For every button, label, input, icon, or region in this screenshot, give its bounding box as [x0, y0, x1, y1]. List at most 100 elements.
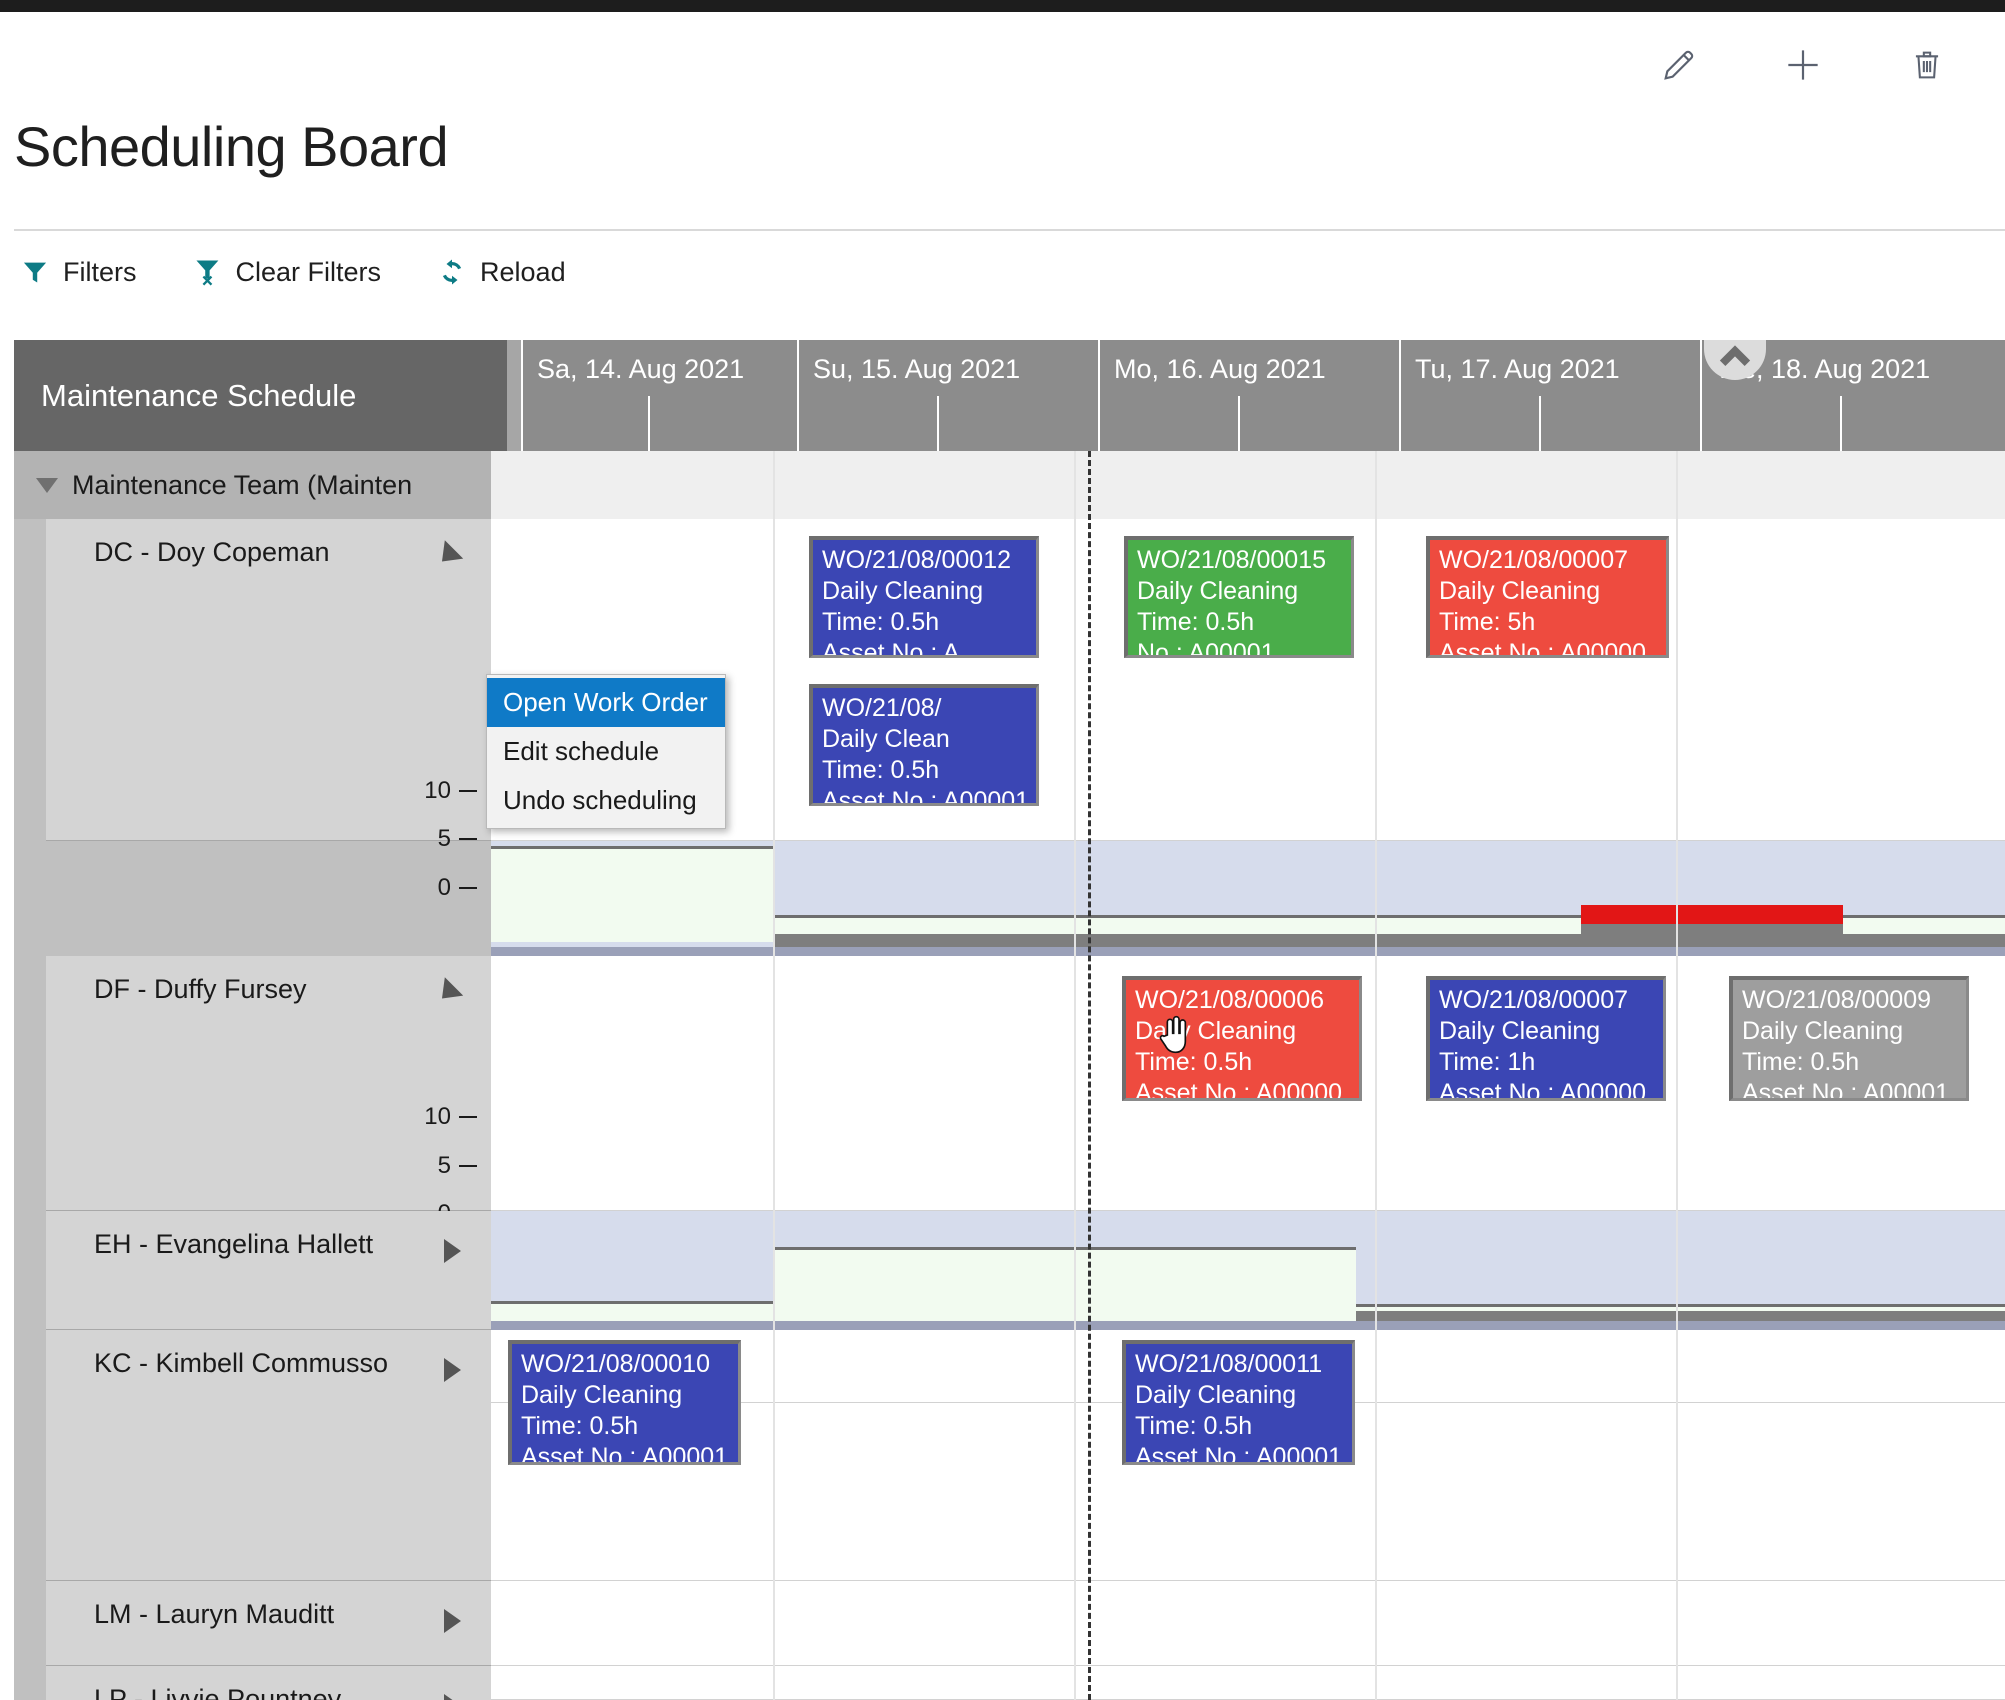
axis-tick-mark	[459, 790, 477, 792]
axis-tick-mark	[459, 838, 477, 840]
day-header-label: Tu, 17. Aug 2021	[1415, 354, 1620, 384]
free-capacity-df-day1	[491, 1301, 773, 1321]
trash-icon	[1915, 51, 1939, 79]
load-bar-dc-a	[773, 934, 1356, 947]
reload-button[interactable]: Reload	[431, 253, 572, 292]
menu-item-edit-schedule[interactable]: Edit schedule	[487, 727, 725, 776]
day-midpoint-tick	[936, 396, 939, 451]
command-bar: Filters Clear Filters Reload	[14, 244, 572, 300]
expand-resource-kc[interactable]	[444, 1358, 461, 1382]
clear-filter-icon	[193, 257, 223, 287]
timeline-panel: WO/21/08/00012 Daily Cleaning Time: 0.5h…	[491, 340, 2005, 1700]
load-bar-df	[1356, 1311, 2005, 1321]
day-header-label: Su, 15. Aug 2021	[813, 354, 1021, 384]
delete-button[interactable]	[1904, 42, 1950, 88]
page-title: Scheduling Board	[14, 115, 449, 178]
reload-icon	[437, 257, 467, 287]
axis-tick-mark	[459, 1165, 477, 1167]
day-header-label: Sa, 14. Aug 2021	[537, 354, 745, 384]
day-separator-2	[1074, 451, 1076, 1700]
day-midpoint-tick	[1839, 396, 1842, 451]
edit-button[interactable]	[1656, 42, 1702, 88]
day-midpoint-tick	[1538, 396, 1541, 451]
header-corner-dark	[491, 340, 507, 451]
filters-button[interactable]: Filters	[14, 253, 143, 292]
resource-tree-panel: Maintenance Schedule Maintenance Team (M…	[14, 340, 491, 1700]
add-button[interactable]	[1780, 42, 1826, 88]
group-lane-background	[491, 451, 2005, 519]
load-bar-dc-d	[1843, 934, 2005, 947]
title-divider	[14, 229, 2005, 231]
axis-tick-mark	[459, 1116, 477, 1118]
overload-bar-dc	[1581, 905, 1843, 924]
menu-item-undo-scheduling[interactable]: Undo scheduling	[487, 776, 725, 825]
pencil-icon	[1664, 50, 1694, 80]
resource-label: LP - Livvie Pountney	[94, 1684, 342, 1700]
work-order-block[interactable]: WO/21/08/ Daily Clean Time: 0.5h Asset N…	[809, 684, 1039, 806]
capacity-baseline-df	[491, 1321, 2005, 1330]
capacity-chart-df	[491, 1211, 2005, 1330]
day-midpoint-tick	[648, 396, 650, 451]
axis-tick-mark	[459, 887, 477, 889]
sidebar-item-df[interactable]: DF - Duffy Fursey 10 5 0	[46, 956, 491, 1227]
collapse-resource-df[interactable]	[432, 977, 464, 1008]
filters-label: Filters	[63, 256, 137, 287]
capacity-chart-dc	[491, 841, 2005, 956]
clear-filters-button[interactable]: Clear Filters	[187, 253, 388, 292]
load-bar-dc-b	[1356, 934, 1581, 947]
work-order-block[interactable]: WO/21/08/00012 Daily Cleaning Time: 0.5h…	[809, 536, 1039, 658]
header-corner-light	[507, 340, 521, 451]
free-capacity-df-day23	[773, 1247, 1356, 1321]
day-separator-1	[773, 451, 775, 1700]
work-order-block[interactable]: WO/21/08/00009 Daily Cleaning Time: 0.5h…	[1729, 976, 1969, 1101]
resource-label: KC - Kimbell Commusso	[94, 1348, 389, 1378]
work-order-block[interactable]: WO/21/08/00007 Daily Cleaning Time: 1h A…	[1426, 976, 1666, 1101]
menu-item-open-work-order[interactable]: Open Work Order	[487, 678, 725, 727]
day-separator-3	[1375, 451, 1377, 1700]
resource-group-label: Maintenance Team (Mainten	[72, 469, 413, 500]
day-header[interactable]: Tu, 17. Aug 2021	[1399, 340, 1676, 451]
resource-group-row[interactable]: Maintenance Team (Mainten	[14, 451, 491, 519]
scheduling-board-page: Scheduling Board Filters Clear Filters R…	[0, 0, 2005, 1700]
work-order-block[interactable]: WO/21/08/00007 Daily Cleaning Time: 5h A…	[1426, 536, 1669, 658]
work-order-block[interactable]: WO/21/08/00015 Daily Cleaning Time: 0.5h…	[1124, 536, 1354, 658]
load-bar-dc-c	[1581, 923, 1843, 947]
day-header[interactable]: Mo, 16. Aug 2021	[1098, 340, 1375, 451]
tree-header-title: Maintenance Schedule	[14, 340, 491, 451]
sidebar-item-dc[interactable]: DC - Doy Copeman 10 5 0	[46, 519, 491, 901]
sidebar-item-kc[interactable]: KC - Kimbell Commusso	[46, 1330, 491, 1581]
expand-resource-eh[interactable]	[444, 1239, 461, 1263]
work-order-context-menu: Open Work Order Edit schedule Undo sched…	[486, 674, 726, 829]
window-top-strip	[0, 0, 2005, 12]
expand-resource-lm[interactable]	[444, 1609, 461, 1633]
chevron-up-icon	[1719, 345, 1751, 366]
collapse-resource-dc[interactable]	[432, 540, 464, 571]
expand-resource-lp[interactable]	[444, 1694, 461, 1700]
current-time-indicator	[1088, 451, 1091, 1700]
clear-filters-label: Clear Filters	[235, 256, 382, 287]
axis-tick-label: 10	[424, 1103, 451, 1130]
lane-lm[interactable]	[491, 1581, 2005, 1666]
filter-icon	[20, 257, 50, 287]
day-header[interactable]: Sa, 14. Aug 2021	[521, 340, 773, 451]
capacity-baseline-dc	[491, 947, 2005, 956]
header-action-group	[1656, 42, 1950, 88]
resource-label: LM - Lauryn Mauditt	[94, 1599, 335, 1629]
sidebar-item-lp[interactable]: LP - Livvie Pountney	[46, 1666, 491, 1700]
lane-lp[interactable]	[491, 1666, 2005, 1700]
day-header[interactable]: Su, 15. Aug 2021	[797, 340, 1074, 451]
day-midpoint-tick	[1237, 396, 1240, 451]
sidebar-item-eh[interactable]: EH - Evangelina Hallett	[46, 1211, 491, 1330]
plus-icon	[1788, 50, 1818, 80]
axis-tick-label: 10	[424, 777, 451, 804]
work-order-block[interactable]: WO/21/08/00006 Daily Cleaning Time: 0.5h…	[1122, 976, 1362, 1101]
timeline-header: Sa, 14. Aug 2021 Su, 15. Aug 2021 Mo, 16…	[491, 340, 2005, 451]
reload-label: Reload	[480, 256, 566, 287]
sidebar-item-lm[interactable]: LM - Lauryn Mauditt	[46, 1581, 491, 1666]
work-order-block[interactable]: WO/21/08/00010 Daily Cleaning Time: 0.5h…	[508, 1340, 741, 1465]
work-order-block[interactable]: WO/21/08/00011 Daily Cleaning Time: 0.5h…	[1122, 1340, 1355, 1465]
free-capacity-dc-day1	[491, 846, 773, 942]
axis-tick-label: 5	[437, 825, 451, 852]
scheduling-gantt: WO/21/08/00012 Daily Cleaning Time: 0.5h…	[14, 340, 2005, 1700]
chevron-down-icon[interactable]	[36, 477, 58, 493]
